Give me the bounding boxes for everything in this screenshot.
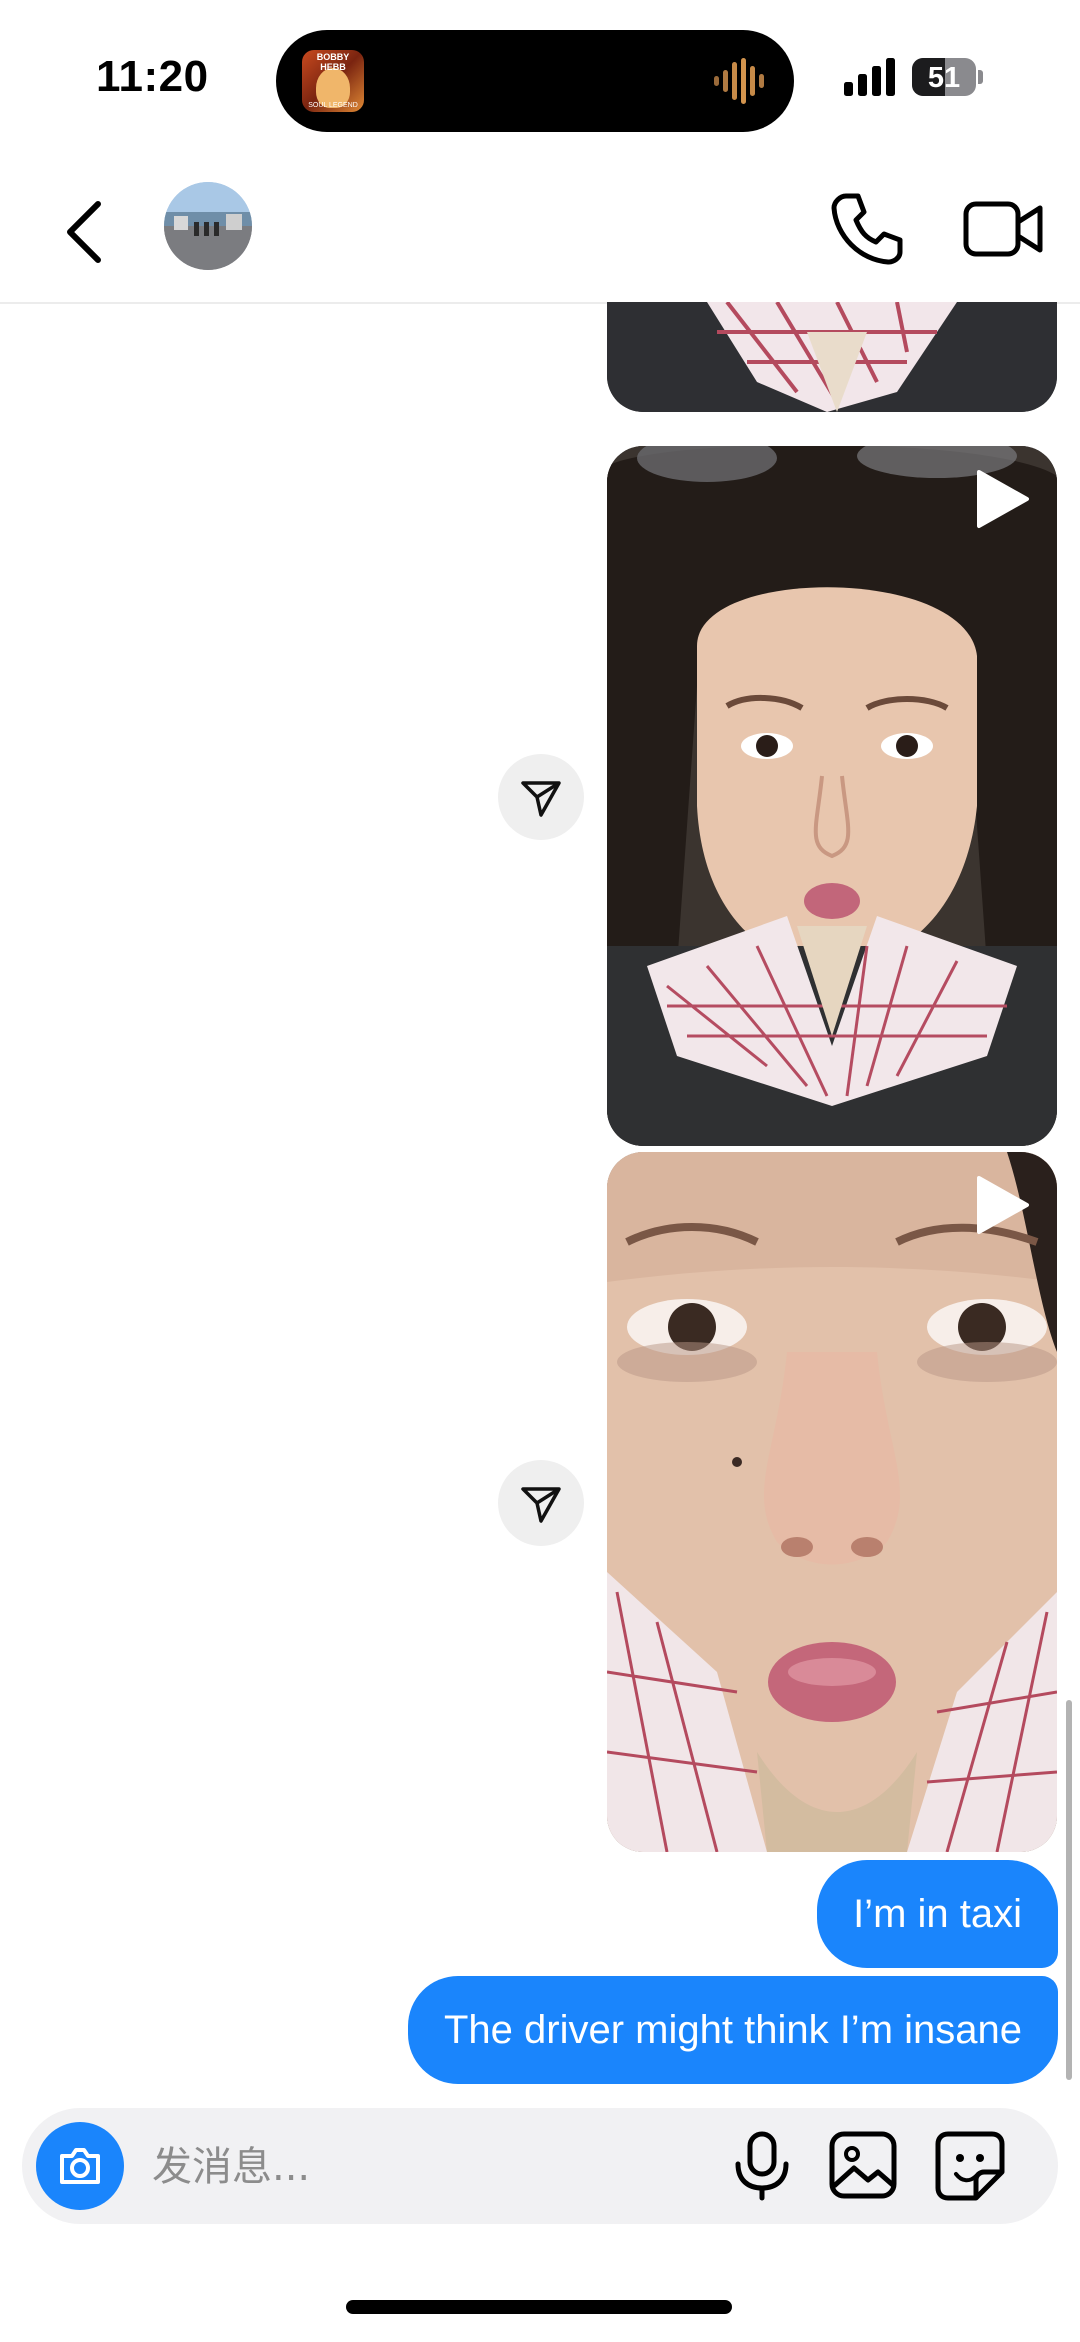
- battery-icon: 51: [912, 58, 976, 96]
- message-input[interactable]: [150, 2138, 634, 2196]
- message-media-partial[interactable]: [607, 302, 1057, 412]
- chat-scrollbar[interactable]: [1066, 1700, 1072, 2080]
- now-playing-album-art[interactable]: BOBBY HEBB SOUL LEGEND: [302, 50, 364, 112]
- play-icon[interactable]: [973, 468, 1031, 530]
- microphone-icon[interactable]: [730, 2130, 794, 2202]
- share-button[interactable]: [498, 754, 584, 840]
- media-thumbnail: [607, 302, 1057, 412]
- message-bubble-sent[interactable]: The driver might think I’m insane: [407, 1976, 1058, 2084]
- image-icon[interactable]: [828, 2130, 898, 2200]
- message-composer: [22, 2108, 1058, 2224]
- send-icon: [521, 1487, 561, 1523]
- dynamic-island[interactable]: BOBBY HEBB SOUL LEGEND: [276, 30, 794, 132]
- chat-header: [0, 160, 1080, 304]
- home-indicator[interactable]: [346, 2300, 732, 2314]
- video-camera-icon[interactable]: [962, 194, 1044, 264]
- send-icon: [521, 781, 561, 817]
- camera-icon: [60, 2148, 100, 2184]
- play-icon[interactable]: [973, 1174, 1031, 1236]
- audio-waveform-icon: [714, 58, 764, 104]
- status-time: 11:20: [96, 52, 209, 101]
- cellular-signal-icon: [844, 58, 895, 96]
- share-button[interactable]: [498, 1460, 584, 1546]
- camera-button[interactable]: [36, 2122, 124, 2210]
- video-thumbnail: [607, 1152, 1057, 1852]
- avatar[interactable]: [164, 182, 252, 270]
- battery-tip: [978, 70, 983, 84]
- video-thumbnail: [607, 446, 1057, 1146]
- sticker-icon[interactable]: [934, 2130, 1006, 2202]
- battery-level: 51: [927, 62, 961, 94]
- phone-icon[interactable]: [828, 188, 908, 268]
- message-bubble-sent[interactable]: I’m in taxi: [817, 1860, 1058, 1968]
- album-art-title: BOBBY HEBB: [316, 52, 350, 72]
- dm-chat-screen: 11:20 BOBBY HEBB SOUL LEGEND 51 I’m in t…: [0, 0, 1080, 2342]
- album-art-subtitle: SOUL LEGEND: [308, 102, 358, 109]
- chevron-left-icon[interactable]: [56, 196, 116, 268]
- message-video[interactable]: [607, 1152, 1057, 1852]
- message-video[interactable]: [607, 446, 1057, 1146]
- avatar-photo: [164, 182, 252, 270]
